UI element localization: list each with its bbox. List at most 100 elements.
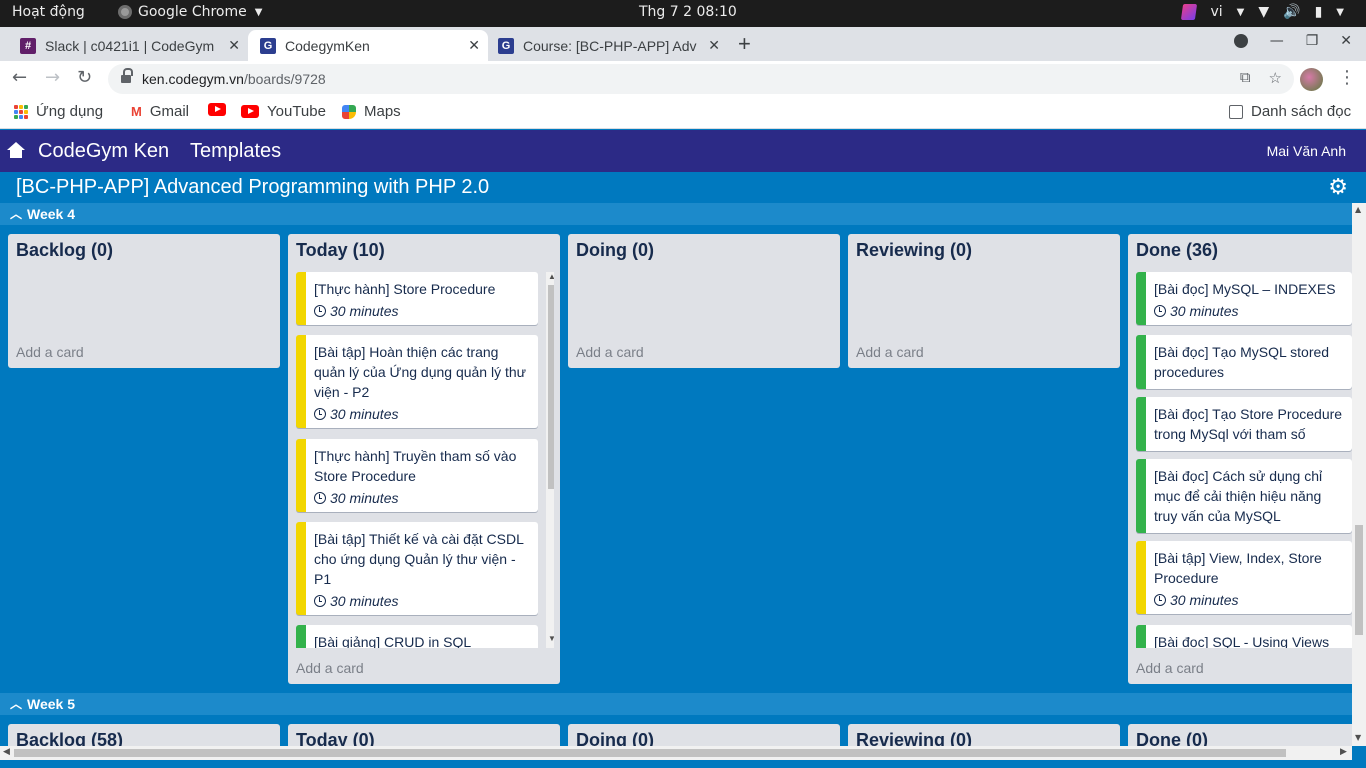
card[interactable]: [Bài đọc] Cách sử dụng chỉ mục để cải th… [1136, 459, 1352, 533]
card-title: [Bài đọc] SQL - Using Views [1154, 634, 1330, 648]
system-menu-icon[interactable]: ▼ [1336, 7, 1344, 18]
clock[interactable]: Thg 7 2 08:10 [639, 4, 737, 20]
list-title[interactable]: Today (0) [296, 730, 375, 746]
card[interactable]: [Bài giảng] CRUD in SQL [296, 625, 538, 648]
list-scrollbar[interactable]: ▲ ▼ [546, 272, 554, 648]
volume-icon[interactable]: 🔊 [1283, 4, 1300, 20]
home-icon[interactable] [7, 142, 25, 158]
add-card-button[interactable]: Add a card [576, 344, 644, 360]
list-title[interactable]: Doing (0) [576, 730, 654, 746]
close-icon[interactable]: ✕ [708, 37, 720, 54]
week-header[interactable]: ︿ Week 5 [0, 693, 1352, 715]
tab-codegymken[interactable]: G CodegymKen ✕ [248, 30, 488, 61]
scroll-up-icon[interactable]: ▲ [548, 272, 554, 281]
restore-icon[interactable]: ❐ [1306, 33, 1319, 49]
add-card-button[interactable]: Add a card [856, 344, 924, 360]
address-bar[interactable]: ken.codegym.vn/boards/9728 ⧉ ☆ [108, 64, 1294, 94]
wifi-icon[interactable]: ▼ [1258, 4, 1269, 20]
card-title: [Bài đọc] Tạo Store Procedure trong MySq… [1154, 406, 1343, 442]
card[interactable]: [Bài đọc] Tạo Store Procedure trong MySq… [1136, 397, 1352, 451]
bookmark-youtube[interactable]: YouTube [241, 103, 326, 120]
scrollbar-thumb[interactable] [548, 285, 554, 489]
bookmark-apps[interactable]: Ứng dụng [14, 103, 103, 120]
scroll-left-icon[interactable]: ◀ [3, 747, 10, 757]
templates-link[interactable]: Templates [190, 140, 281, 163]
card[interactable]: [Thực hành] Truyền tham số vào Store Pro… [296, 439, 538, 512]
add-card-button[interactable]: Add a card [296, 660, 364, 676]
scroll-up-icon[interactable]: ▲ [1355, 205, 1361, 214]
minimize-icon[interactable]: — [1270, 33, 1284, 49]
scroll-right-icon[interactable]: ▶ [1340, 747, 1347, 757]
activities-button[interactable]: Hoạt động [12, 4, 85, 20]
board-title: [BC-PHP-APP] Advanced Programming with P… [16, 176, 490, 198]
forward-icon[interactable]: → [45, 67, 60, 88]
app-menu[interactable]: Google Chrome ▼ [118, 4, 262, 20]
card[interactable]: [Bài đọc] MySQL – INDEXES 30 minutes [1136, 272, 1352, 325]
gear-icon[interactable]: ⚙ [1328, 176, 1348, 198]
list-title[interactable]: Today (10) [296, 240, 385, 261]
card[interactable]: [Bài đọc] SQL - Using Views [1136, 625, 1352, 648]
list-done: Done (36) [Bài đọc] MySQL – INDEXES 30 m… [1128, 234, 1352, 684]
card-title: [Bài tập] Thiết kế và cài đặt CSDL cho ứ… [314, 531, 524, 587]
list-doing: Doing (0) Add a card [568, 234, 840, 368]
list-title[interactable]: Done (0) [1136, 730, 1208, 746]
new-tab-button[interactable]: + [738, 31, 751, 57]
tab-search-icon[interactable] [1233, 34, 1248, 48]
url-text[interactable]: ken.codegym.vn/boards/9728 [142, 71, 326, 87]
scroll-down-icon[interactable]: ▼ [1355, 733, 1361, 742]
input-method-icon[interactable] [1181, 4, 1198, 20]
card-duration: 30 minutes [330, 406, 399, 422]
brand-link[interactable]: CodeGym Ken [38, 140, 169, 163]
card-title: [Bài đọc] Tạo MySQL stored procedures [1154, 344, 1330, 380]
list-title[interactable]: Backlog (0) [16, 240, 113, 261]
lock-icon[interactable] [121, 68, 133, 83]
list-title[interactable]: Done (36) [1136, 240, 1218, 261]
scrollbar-thumb[interactable] [14, 749, 1286, 757]
list-title[interactable]: Backlog (58) [16, 730, 123, 746]
list-title[interactable]: Reviewing (0) [856, 730, 972, 746]
close-window-icon[interactable]: ✕ [1340, 33, 1352, 49]
url-host: ken.codegym.vn [142, 71, 244, 87]
list-title[interactable]: Reviewing (0) [856, 240, 972, 261]
back-icon[interactable]: ← [12, 67, 27, 88]
chrome-menu-icon[interactable]: ⋮ [1338, 67, 1356, 88]
card[interactable]: [Bài đọc] Tạo MySQL stored procedures [1136, 335, 1352, 389]
reload-icon[interactable]: ↻ [77, 67, 92, 88]
scrollbar-thumb[interactable] [1355, 525, 1363, 635]
bookmark-gmail[interactable]: M Gmail [131, 103, 189, 120]
card[interactable]: [Bài tập] Thiết kế và cài đặt CSDL cho ứ… [296, 522, 538, 615]
bookmark-label: Gmail [149, 103, 190, 120]
card[interactable]: [Bài tập] View, Index, Store Procedure 3… [1136, 541, 1352, 614]
bookmarks-bar: Ứng dụng M Gmail YouTube Maps Danh sách … [0, 97, 1366, 129]
dropdown-icon[interactable]: ▼ [1237, 7, 1245, 18]
user-menu[interactable]: Mai Văn Anh [1267, 143, 1346, 159]
add-card-button[interactable]: Add a card [1136, 660, 1204, 676]
tab-slack[interactable]: # Slack | c0421i1 | CodeGym ✕ [8, 30, 248, 61]
card[interactable]: [Bài tập] Hoàn thiện các trang quản lý c… [296, 335, 538, 428]
battery-icon[interactable]: ▮ [1315, 4, 1323, 20]
bookmark-youtube-icon-only[interactable] [208, 103, 226, 116]
list-title[interactable]: Doing (0) [576, 240, 654, 261]
close-icon[interactable]: ✕ [228, 37, 240, 54]
reading-list[interactable]: Danh sách đọc [1229, 103, 1351, 120]
url-path: /boards/9728 [243, 71, 326, 87]
bookmark-maps[interactable]: Maps [342, 103, 401, 120]
translate-icon[interactable]: ⧉ [1240, 69, 1251, 87]
card[interactable]: [Thực hành] Store Procedure 30 minutes [296, 272, 538, 325]
card-meta: 30 minutes [306, 486, 538, 512]
page-horizontal-scrollbar[interactable]: ◀ ▶ [0, 746, 1352, 760]
profile-avatar[interactable] [1300, 68, 1323, 91]
language-indicator[interactable]: vi [1210, 4, 1222, 20]
chevron-up-icon[interactable]: ︿ [10, 205, 22, 222]
system-tray[interactable]: vi ▼ ▼ 🔊 ▮ ▼ [1181, 4, 1344, 20]
page-vertical-scrollbar[interactable]: ▲ ▼ [1352, 203, 1366, 746]
scroll-down-icon[interactable]: ▼ [548, 634, 554, 643]
add-card-button[interactable]: Add a card [16, 344, 84, 360]
chevron-up-icon[interactable]: ︿ [10, 695, 22, 712]
bookmark-star-icon[interactable]: ☆ [1269, 69, 1282, 87]
close-icon[interactable]: ✕ [468, 37, 480, 54]
tab-course[interactable]: G Course: [BC-PHP-APP] Adv ✕ [488, 30, 728, 61]
list-backlog: Backlog (58) [8, 724, 280, 746]
card-meta: 30 minutes [306, 402, 538, 428]
week-header[interactable]: ︿ Week 4 [0, 203, 1352, 225]
